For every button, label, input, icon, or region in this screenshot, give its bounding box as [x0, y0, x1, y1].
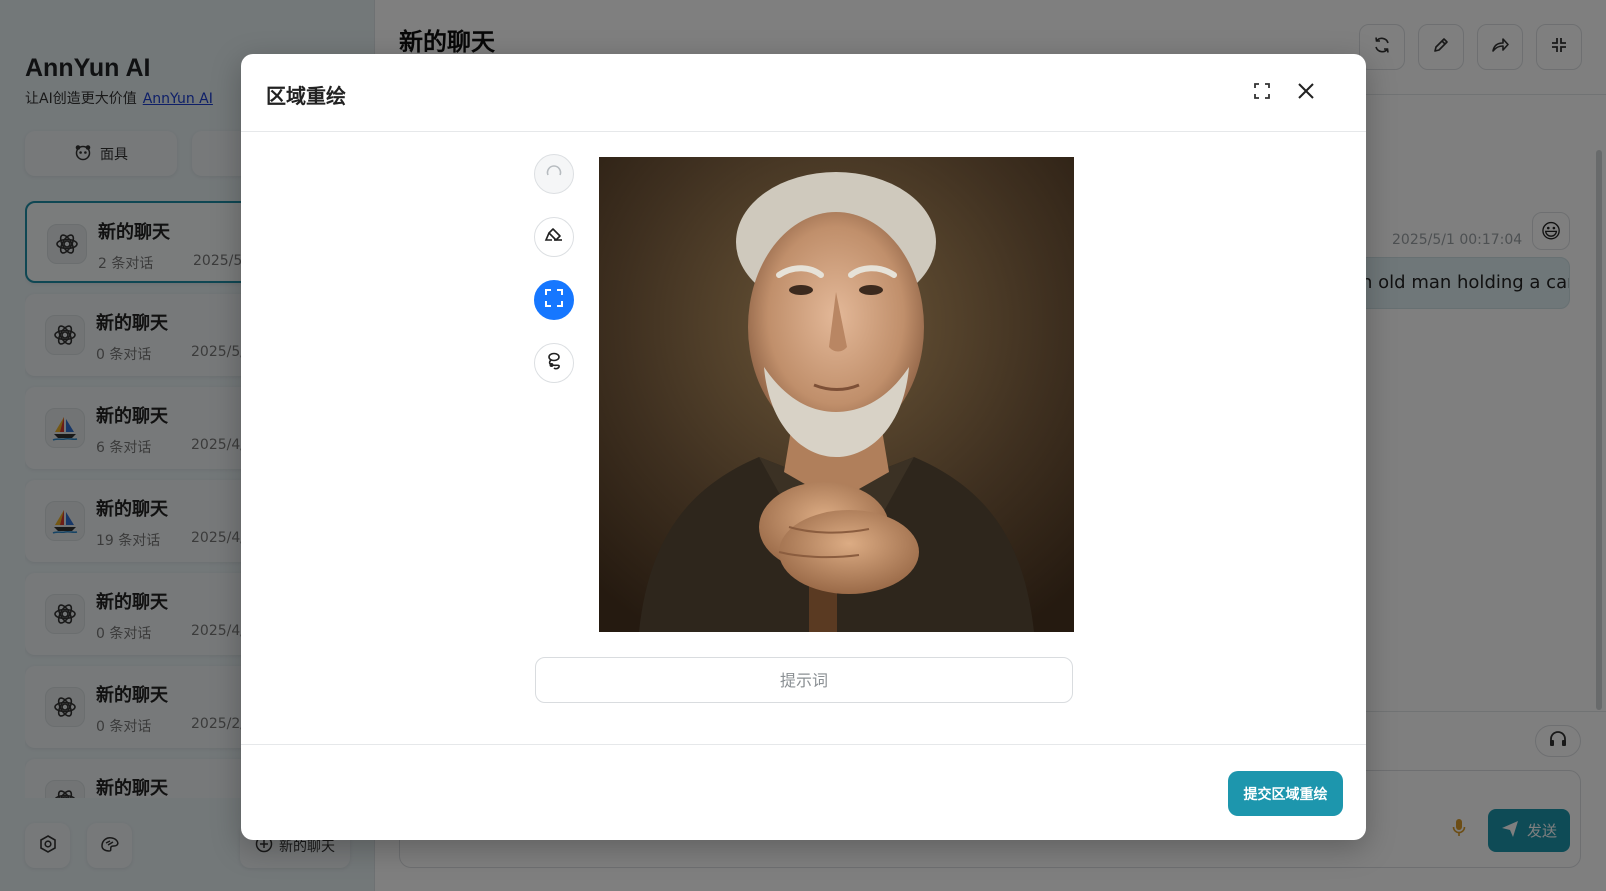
lasso-icon — [544, 351, 564, 375]
modal-footer-divider — [241, 744, 1366, 745]
close-button[interactable] — [1289, 76, 1323, 110]
select-region-tool-button[interactable] — [534, 280, 574, 320]
undo-tool-button[interactable] — [534, 154, 574, 194]
source-image[interactable] — [599, 157, 1074, 632]
lasso-tool-button[interactable] — [534, 343, 574, 383]
old-man-portrait-image — [599, 157, 1074, 632]
brush-tool-button[interactable] — [534, 217, 574, 257]
close-icon — [1296, 81, 1316, 105]
select-region-icon — [544, 288, 564, 312]
maximize-button[interactable] — [1245, 76, 1279, 110]
brush-icon — [544, 225, 564, 249]
undo-icon — [544, 162, 564, 186]
inpaint-modal: 区域重绘 提示词 提交区域重绘 — [241, 54, 1366, 840]
submit-inpaint-button[interactable]: 提交区域重绘 — [1228, 771, 1343, 816]
modal-header: 区域重绘 — [241, 54, 1366, 132]
modal-title: 区域重绘 — [266, 84, 346, 108]
prompt-input[interactable] — [535, 657, 1073, 703]
expand-icon — [1252, 81, 1272, 105]
